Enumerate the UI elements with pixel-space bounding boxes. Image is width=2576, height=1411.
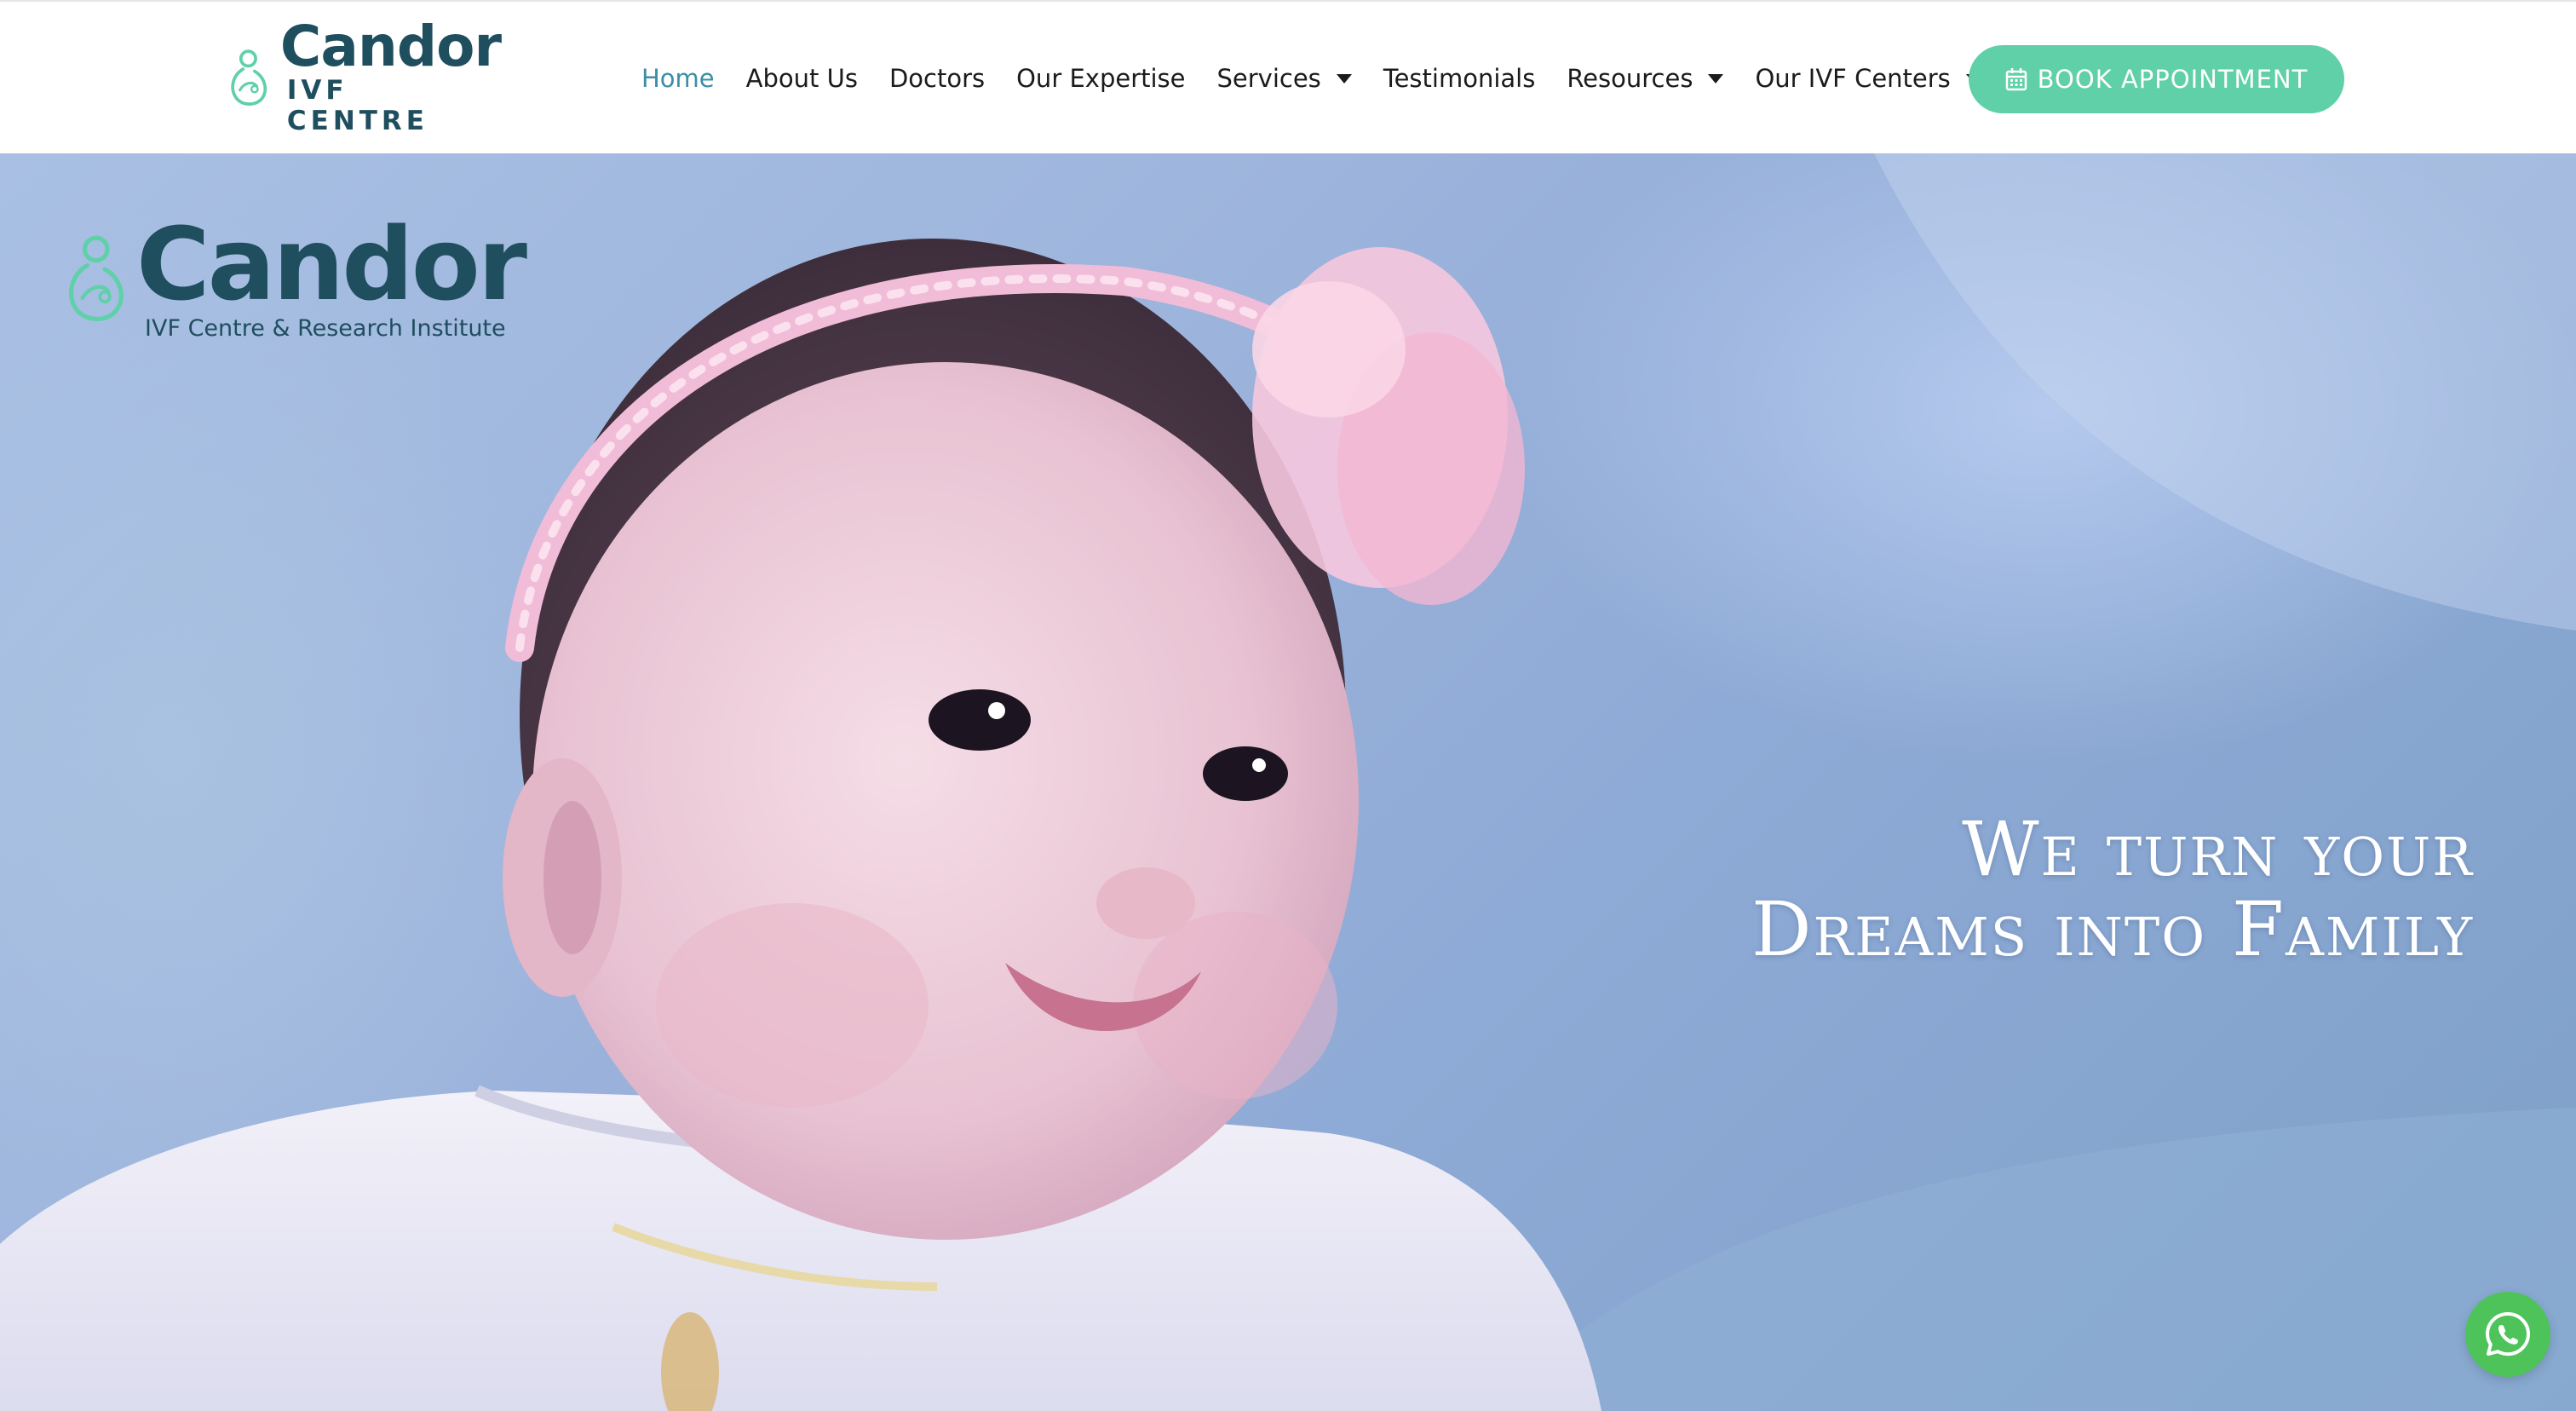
nav-testimonials[interactable]: Testimonials — [1383, 64, 1536, 93]
mother-child-logo-icon — [69, 235, 124, 321]
brand-name: Candor — [279, 14, 502, 79]
caret-down-icon — [1708, 73, 1724, 84]
whatsapp-chat-button[interactable] — [2465, 1292, 2550, 1377]
brand-logo[interactable]: Candor IVF CENTRE — [228, 19, 502, 136]
book-appointment-button[interactable]: BOOK APPOINTMENT — [1969, 45, 2344, 113]
brand-subtitle: IVF CENTRE — [286, 75, 428, 136]
book-appointment-label: BOOK APPOINTMENT — [2037, 65, 2309, 94]
hero-logo-subtitle: IVF Centre & Research Institute — [145, 315, 506, 342]
hero-brand-logo: Candor IVF Centre & Research Institute — [65, 205, 527, 344]
mother-child-logo-icon — [231, 49, 267, 106]
nav-resources[interactable]: Resources — [1567, 64, 1724, 93]
hero-banner: Candor IVF Centre & Research Institute W… — [0, 153, 2576, 1411]
nav-about-us[interactable]: About Us — [746, 64, 858, 93]
nav-our-ivf-centers[interactable]: Our IVF Centers — [1755, 64, 1981, 93]
hero-tagline-line1: We turn your — [1962, 805, 2474, 893]
hero-logo-name: Candor — [136, 205, 527, 323]
whatsapp-icon — [2486, 1312, 2530, 1356]
nav-home[interactable]: Home — [641, 64, 715, 93]
nav-services[interactable]: Services — [1217, 64, 1352, 93]
nav-our-expertise[interactable]: Our Expertise — [1016, 64, 1185, 93]
caret-down-icon — [1336, 73, 1352, 84]
hero-tagline: We turn your Dreams into Family — [1622, 809, 2474, 970]
main-nav: Home About Us Doctors Our Expertise Serv… — [641, 55, 2013, 102]
calendar-icon — [2005, 68, 2027, 91]
nav-doctors[interactable]: Doctors — [889, 64, 985, 93]
hero-tagline-line2: Dreams into Family — [1751, 885, 2474, 973]
site-header: Candor IVF CENTRE Home About Us Doctors … — [0, 0, 2576, 153]
